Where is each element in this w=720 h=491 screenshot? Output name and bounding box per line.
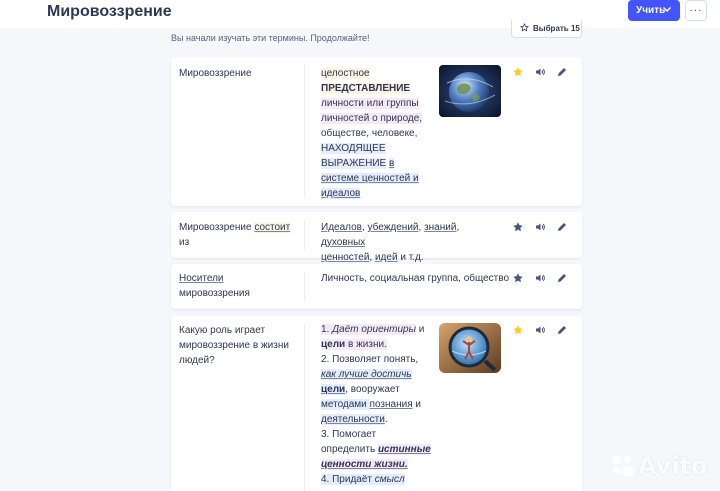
term-card: Какую роль играет мировоззрение в жизни … — [171, 316, 582, 491]
card-actions — [512, 324, 568, 336]
def-fragment: в — [388, 158, 395, 169]
def-fragment: и т.д. — [397, 252, 424, 263]
def-fragment: ВЫРАЖЕНИЕ — [321, 158, 387, 169]
card-divider — [304, 220, 305, 250]
star-icon[interactable] — [512, 272, 524, 284]
star-icon[interactable] — [512, 66, 524, 78]
audio-icon[interactable] — [534, 66, 546, 78]
star-outline-icon — [520, 23, 529, 34]
learn-button[interactable]: Учить — [628, 0, 680, 21]
chevron-down-icon — [662, 4, 672, 17]
term-card: Мировоззрение целостное ПРЕДСТАВЛЕНИЕ ли… — [171, 57, 582, 206]
def-fragment: методами — [321, 399, 370, 410]
watermark: Avito — [612, 452, 708, 480]
def-fragment: духовных — [321, 237, 366, 248]
def-fragment: 4. Придаёт — [321, 474, 375, 485]
def-fragment: Идеалов — [321, 222, 362, 233]
earth-image[interactable] — [439, 65, 501, 117]
def-fragment: убеждений — [367, 222, 419, 233]
term-text: Мировоззрение — [179, 68, 252, 79]
term-card: Мировоззрение состоит из Идеалов, убежде… — [171, 212, 582, 263]
card-divider — [304, 65, 305, 198]
def-fragment: и — [412, 399, 421, 410]
star-icon[interactable] — [512, 324, 524, 336]
edit-icon[interactable] — [556, 66, 568, 78]
audio-icon[interactable] — [534, 324, 546, 336]
term-text: Какую роль играет мировоззрение в жизни … — [179, 323, 294, 368]
term-fragment: людей? — [179, 355, 215, 366]
learn-button-label: Учить — [636, 5, 666, 16]
def-fragment: идей — [374, 252, 398, 263]
card-actions — [512, 66, 568, 78]
term-text: Носители мировоззрения — [179, 271, 294, 301]
def-fragment: НАХОДЯЩЕЕ — [321, 143, 386, 154]
edit-icon[interactable] — [556, 221, 568, 233]
def-fragment: системе ценностей и — [321, 173, 419, 184]
def-fragment: как лучше достичь — [321, 369, 412, 380]
def-fragment: смысл — [374, 474, 405, 485]
def-fragment: идеалов — [321, 188, 361, 199]
def-fragment: целостное — [321, 68, 370, 79]
page-title: Мировоззрение — [47, 3, 172, 20]
def-fragment: деятельности — [321, 414, 385, 425]
def-fragment: 1. — [321, 324, 333, 335]
edit-icon[interactable] — [556, 324, 568, 336]
def-fragment: определить — [321, 444, 378, 455]
term-fragment: из — [179, 237, 190, 248]
watermark-text: Avito — [638, 452, 708, 480]
definition-text: Личность, социальная группа, общество — [321, 273, 510, 284]
progress-text: Вы начали изучать эти термины. Продолжай… — [171, 33, 370, 43]
def-fragment: познания — [369, 399, 413, 410]
term-text: Мировоззрение состоит из — [179, 220, 294, 250]
def-fragment: цели — [321, 384, 346, 395]
def-fragment: обществе, человеке, — [321, 128, 418, 139]
more-icon: ··· — [689, 5, 703, 16]
globe-person-image[interactable] — [439, 323, 501, 373]
def-fragment: Даёт ориентиры — [332, 324, 416, 335]
term-card: Носители мировоззрения Личность, социаль… — [171, 264, 582, 309]
term-fragment: Какую роль играет — [179, 325, 266, 336]
definition-text: целостное ПРЕДСТАВЛЕНИЕ личности или гру… — [321, 66, 433, 201]
def-fragment: , — [456, 222, 460, 233]
definition-text: Идеалов, убеждений, знаний, духовных цен… — [321, 220, 506, 265]
def-fragment: цели — [321, 339, 346, 350]
term-fragment: мировоззрения — [179, 288, 250, 299]
audio-icon[interactable] — [534, 272, 546, 284]
def-fragment: 3. Помогает — [321, 429, 377, 440]
def-fragment: 2. Позволяет понять, — [321, 354, 419, 365]
def-fragment: истинные — [377, 444, 431, 455]
term-fragment: Носители — [179, 273, 224, 284]
def-fragment: личности или группы — [321, 98, 419, 109]
term-fragment: состоит — [254, 222, 291, 233]
card-actions — [512, 221, 568, 233]
def-fragment: ПРЕДСТАВЛЕНИЕ — [321, 83, 411, 94]
def-fragment: ценности жизни. — [321, 459, 408, 470]
card-divider — [304, 272, 305, 301]
avito-logo-icon — [612, 455, 634, 477]
term-fragment: мировоззрение в жизни — [179, 340, 289, 351]
term-fragment: Мировоззрение — [179, 222, 252, 233]
edit-icon[interactable] — [556, 272, 568, 284]
more-options-button[interactable]: ··· — [685, 0, 707, 21]
def-fragment: . — [384, 414, 388, 425]
card-actions — [512, 272, 568, 284]
def-fragment: ценностей — [321, 252, 370, 263]
def-fragment: и — [415, 324, 425, 335]
star-icon[interactable] — [512, 221, 524, 233]
select-button-label: Выбрать 15 — [533, 24, 580, 33]
def-fragment: , вооружает — [345, 384, 400, 395]
definition-text: 1. Даёт ориентиры и цели в жизни. 2. Поз… — [321, 322, 431, 487]
def-fragment: в жизни. — [345, 339, 387, 350]
def-fragment: знаний — [424, 222, 457, 233]
def-fragment: личностей о природе, — [321, 113, 423, 124]
select-starred-button[interactable]: Выбрать 15 — [511, 20, 582, 38]
card-divider — [304, 324, 305, 491]
audio-icon[interactable] — [534, 221, 546, 233]
